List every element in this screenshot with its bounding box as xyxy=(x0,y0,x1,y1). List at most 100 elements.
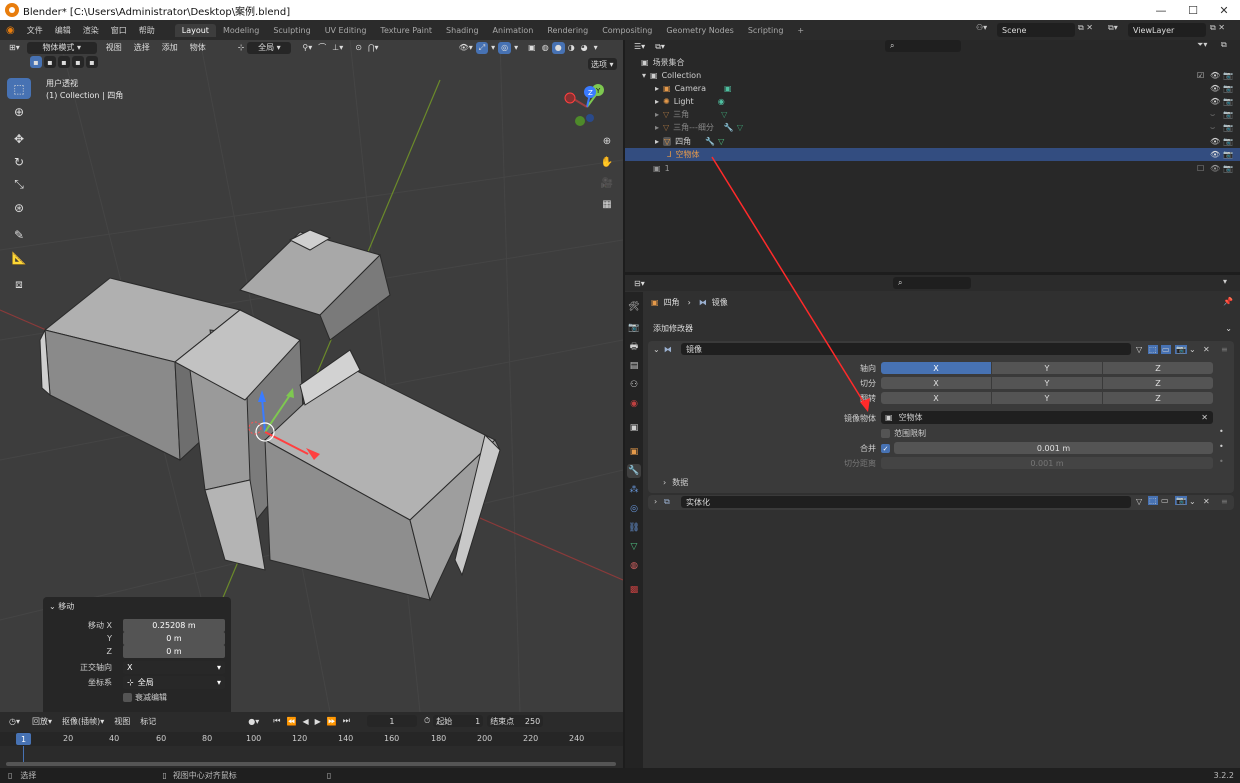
outliner-editor-icon[interactable]: ☰▾ xyxy=(631,41,648,53)
expand-arrow-icon[interactable]: › xyxy=(654,497,657,506)
eye-icon[interactable]: 👁 xyxy=(1210,84,1220,93)
select-extend-icon[interactable]: ▪ xyxy=(44,56,56,68)
shading-wire-icon[interactable]: ◍ xyxy=(539,42,552,54)
mode-dropdown[interactable]: 物体模式 ▾ xyxy=(26,41,97,54)
tab-animation[interactable]: Animation xyxy=(486,24,541,37)
render-tab-icon[interactable]: 📷 xyxy=(627,321,641,335)
outliner-editor[interactable]: ☰▾ ⧉▾ ⌕ ⏷▾ ⧉ ▣ 场景集合 ▾ ▣ Collection ☑ 👁 📷… xyxy=(625,40,1240,272)
timeline-scrollbar[interactable] xyxy=(6,762,616,766)
remove-modifier-icon[interactable]: ✕ xyxy=(1203,345,1210,354)
exclude-checkbox-icon[interactable]: ☐ xyxy=(1197,164,1204,173)
minimize-button[interactable]: — xyxy=(1145,0,1177,20)
constraints-tab-icon[interactable]: ⛓ xyxy=(627,521,641,535)
shading-rendered-icon[interactable]: ◕ xyxy=(578,42,591,54)
shading-dropdown-icon[interactable]: ▾ xyxy=(591,42,601,54)
render-camera-icon[interactable]: 📷 xyxy=(1223,71,1233,80)
new-collection-icon[interactable]: ⧉ xyxy=(1221,40,1227,50)
axis-z-toggle[interactable]: Z xyxy=(1103,362,1213,374)
add-cube-tool[interactable]: ⧈ xyxy=(7,274,31,295)
axis-y-toggle[interactable]: Y xyxy=(992,362,1102,374)
remove-modifier-icon[interactable]: ✕ xyxy=(1203,497,1210,506)
menu-window[interactable]: 窗口 xyxy=(105,25,133,36)
expand-arrow-icon[interactable]: ▸ xyxy=(655,84,659,93)
modifier-menu-icon[interactable]: ⌄ xyxy=(1189,497,1196,506)
select-subtract-icon[interactable]: ▪ xyxy=(58,56,70,68)
expand-arrow-icon[interactable]: ▸ xyxy=(655,110,659,119)
timeline-menu-marker[interactable]: 标记 xyxy=(137,715,159,727)
render-camera-icon[interactable]: 📷 xyxy=(1223,150,1233,159)
texture-tab-icon[interactable]: ▩ xyxy=(627,583,641,597)
expand-arrow-icon[interactable]: ▸ xyxy=(655,123,659,132)
menu-help[interactable]: 帮助 xyxy=(133,25,161,36)
gizmo-toggle-icon[interactable]: ⤢ xyxy=(475,41,489,54)
render-camera-icon[interactable]: 📷 xyxy=(1223,123,1233,132)
mesh-object-sijiao[interactable] xyxy=(39,229,501,602)
new-scene-icon[interactable]: ⧉ ✕ xyxy=(1078,23,1093,33)
properties-editor-icon[interactable]: ⊟▾ xyxy=(631,277,648,289)
next-key-icon[interactable]: ⏩ xyxy=(324,715,340,727)
timeline-menu-playback[interactable]: 回放 ▾ xyxy=(29,715,55,727)
shading-solid-icon[interactable]: ● xyxy=(551,41,565,54)
timeline-editor-icon[interactable]: ◷▾ xyxy=(6,715,23,727)
bisect-y-toggle[interactable]: Y xyxy=(992,377,1102,389)
viewlayer-icon[interactable]: ⧉▾ xyxy=(1108,23,1118,33)
jump-start-icon[interactable]: ⏮ xyxy=(270,715,283,727)
scene-tab-icon[interactable]: ⚇ xyxy=(627,378,641,392)
keyframe-dot-icon[interactable]: • xyxy=(1219,427,1224,436)
keyframe-dot-icon[interactable]: • xyxy=(1219,442,1224,451)
scale-tool[interactable]: ⤡ xyxy=(7,174,31,195)
menu-render[interactable]: 渲染 xyxy=(77,25,105,36)
editor-type-icon[interactable]: ⊞▾ xyxy=(6,42,23,54)
jump-end-icon[interactable]: ⏭ xyxy=(340,715,353,727)
modifier-menu-icon[interactable]: ⌄ xyxy=(1189,345,1196,354)
viewport-display-icon[interactable]: ▭ xyxy=(1161,496,1169,505)
collapse-arrow-icon[interactable]: ⌄ xyxy=(653,345,660,354)
viewlayer-field[interactable]: ViewLayer xyxy=(1128,23,1206,37)
render-camera-icon[interactable]: 📷 xyxy=(1223,137,1233,146)
render-camera-icon[interactable]: 📷 xyxy=(1223,110,1233,119)
flip-x-toggle[interactable]: X xyxy=(881,392,991,404)
coord-dropdown[interactable]: ⊹ 全局 ▾ xyxy=(123,676,225,689)
tab-shading[interactable]: Shading xyxy=(439,24,486,37)
shading-material-icon[interactable]: ◑ xyxy=(565,42,578,54)
filter-icon[interactable]: ⏷▾ xyxy=(1197,40,1207,50)
add-workspace-icon[interactable]: + xyxy=(790,24,811,37)
redo-panel-header[interactable]: ⌄ 移动 xyxy=(49,601,74,612)
viewport-menu-object[interactable]: 物体 xyxy=(187,42,209,54)
play-icon[interactable]: ▶ xyxy=(312,715,324,727)
render-display-icon[interactable]: 📷 xyxy=(1175,496,1187,505)
timeline-menu-view[interactable]: 视图 xyxy=(111,715,133,727)
properties-editor[interactable]: ⊟▾ ⌕ ▾ 🛠 📷 🖶 ▤ ⚇ ◉ ▣ ▣ 🔧 ⁂ ◎ ⛓ ▽ ◍ ▩ ▣ 四… xyxy=(625,275,1240,768)
collection-tab-icon[interactable]: ▣ xyxy=(627,421,641,435)
on-cage-icon[interactable]: ⬚ xyxy=(1148,496,1158,505)
eye-icon[interactable]: 👁 xyxy=(1210,164,1220,173)
eye-icon[interactable]: 👁 xyxy=(1210,150,1220,159)
eye-hidden-icon[interactable]: ⌣ xyxy=(1210,123,1215,133)
add-modifier-dropdown[interactable]: 添加修改器 ⌄ xyxy=(648,321,1234,335)
clear-field-icon[interactable]: ✕ xyxy=(1201,413,1208,422)
outliner-row-sanjiao-xifen[interactable]: ▸ ▽ 三角---细分 🔧 ▽ ⌣ 📷 xyxy=(625,121,1240,134)
gizmo-dropdown-icon[interactable]: ▾ xyxy=(488,42,498,54)
view-layer-tab-icon[interactable]: ▤ xyxy=(627,359,641,373)
axis-x-toggle[interactable]: X xyxy=(881,362,991,374)
prev-key-icon[interactable]: ⏪ xyxy=(283,715,299,727)
orientation-icon[interactable]: ⊹ xyxy=(235,42,248,54)
xray-icon[interactable]: ▣ xyxy=(525,42,539,54)
expand-arrow-icon[interactable]: ▸ xyxy=(655,137,659,146)
perspective-grid-icon[interactable]: ▦ xyxy=(598,195,616,213)
outliner-row-scene-collection[interactable]: ▣ 场景集合 xyxy=(625,56,1240,69)
cursor-tool[interactable]: ⊕ xyxy=(7,101,31,122)
flip-z-toggle[interactable]: Z xyxy=(1103,392,1213,404)
orientation-dropdown[interactable]: 全局 ▾ xyxy=(247,41,292,54)
modifier-tab-icon[interactable]: 🔧 xyxy=(627,464,641,478)
outliner-row-sijiao[interactable]: ▸ ▽ 四角 🔧 ▽ 👁 📷 xyxy=(625,135,1240,148)
eye-icon[interactable]: 👁 xyxy=(1210,137,1220,146)
outliner-row-camera[interactable]: ▸ ▣ Camera ▣ 👁 📷 xyxy=(625,82,1240,95)
pin-icon[interactable]: 📌 xyxy=(1223,297,1233,306)
current-frame-marker[interactable]: 1 xyxy=(16,733,31,745)
render-camera-icon[interactable]: 📷 xyxy=(1223,84,1233,93)
bisect-x-toggle[interactable]: X xyxy=(881,377,991,389)
render-camera-icon[interactable]: 📷 xyxy=(1223,164,1233,173)
tab-uv-editing[interactable]: UV Editing xyxy=(318,24,374,37)
ortho-dropdown[interactable]: X ▾ xyxy=(123,661,225,674)
